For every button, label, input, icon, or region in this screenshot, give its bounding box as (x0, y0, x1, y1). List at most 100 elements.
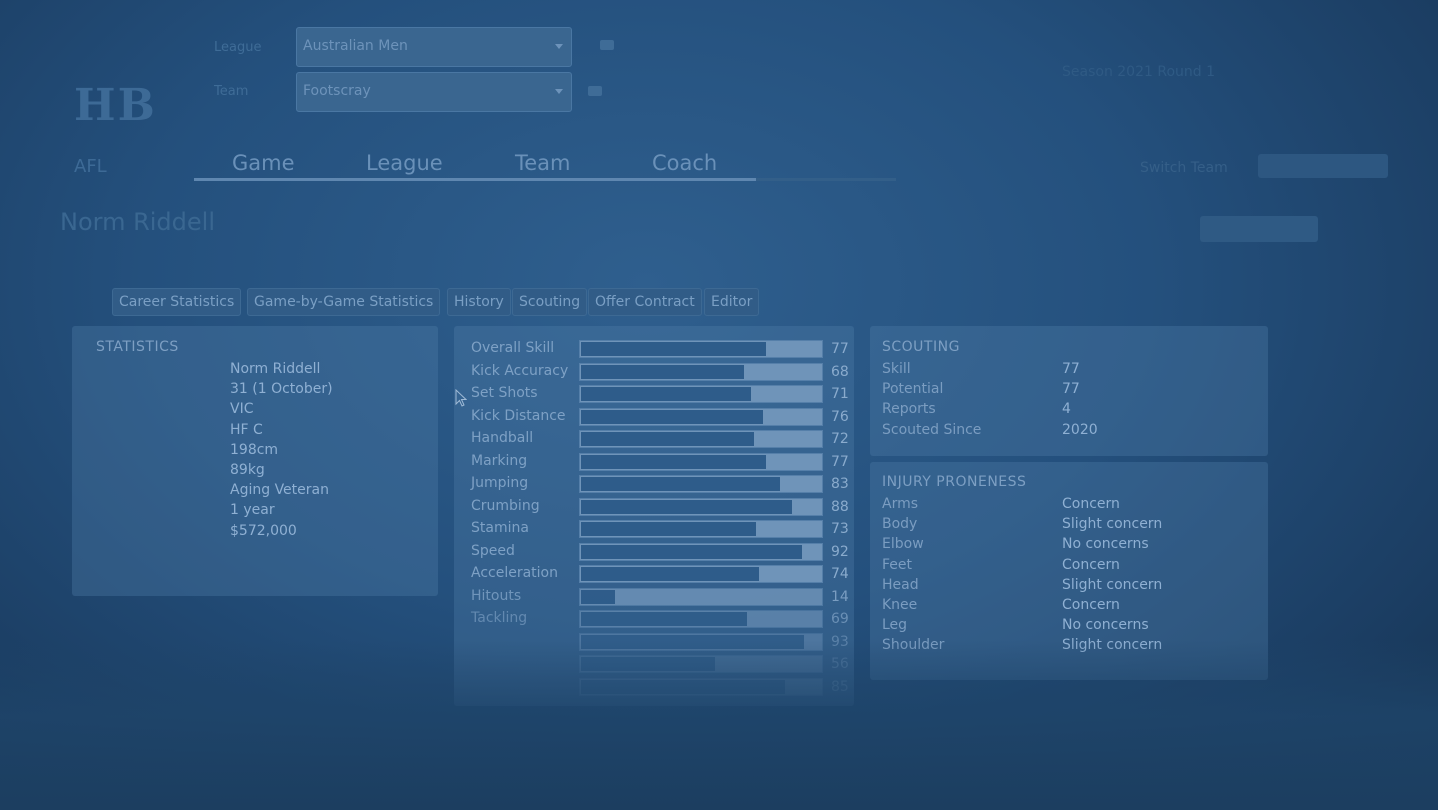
stat-value: 1 year (230, 502, 275, 519)
rating-bar-fill (581, 612, 747, 626)
stat-value: HF C (230, 421, 263, 438)
rating-bar-fill (581, 342, 766, 356)
mail-icon[interactable] (588, 86, 602, 96)
rating-value: 88 (831, 498, 849, 515)
logo-subtitle: AFL (74, 156, 107, 177)
rating-bar-fill (581, 589, 615, 604)
stat-value: VIC (230, 401, 254, 418)
scouting-key: Skill (882, 361, 911, 377)
stat-value: Aging Veteran (230, 482, 329, 499)
injury-key: Leg (882, 617, 908, 634)
rating-value: 77 (831, 341, 849, 357)
switch-team-link[interactable]: Switch Team (1140, 160, 1228, 176)
stat-value: 89kg (230, 462, 265, 479)
tab-career-statistics[interactable]: Career Statistics (112, 288, 242, 316)
rating-bar-fill (581, 679, 785, 694)
rating-row: Crumbing 88 (471, 497, 851, 517)
rating-row: Marking 77 (471, 452, 851, 472)
rating-value: 92 (831, 543, 849, 560)
rating-bar (579, 677, 823, 696)
team-select[interactable]: Footscray (296, 72, 572, 112)
rating-bar (579, 542, 823, 561)
tab-offer-contract[interactable]: Offer Contract (588, 288, 702, 316)
nav-game[interactable]: Game (232, 151, 295, 175)
rating-bar (579, 655, 823, 673)
rating-bar (579, 452, 823, 471)
injury-title: INJURY PRONENESS (882, 474, 1027, 490)
rating-bar-fill (581, 477, 780, 491)
rating-bar (579, 385, 823, 403)
rating-value: 69 (831, 611, 849, 627)
rating-bar (579, 430, 823, 448)
injury-key: Body (882, 516, 918, 533)
rating-row: Handball 72 (471, 429, 851, 449)
rating-label: Stamina (471, 520, 529, 536)
tab-editor[interactable]: Editor (704, 288, 760, 316)
player-name-heading: Norm Riddell (60, 208, 216, 236)
rating-label: Kick Accuracy (471, 362, 569, 379)
injury-values: Concern Slight concern No concerns Conce… (1062, 494, 1162, 656)
rating-label: Overall Skill (471, 340, 555, 356)
rating-bar (579, 362, 823, 381)
rating-row: 93 (471, 632, 851, 652)
rating-value: 71 (831, 386, 849, 402)
player-action-button[interactable] (1200, 216, 1318, 242)
rating-label: Acceleration (471, 565, 558, 581)
rating-bar (579, 565, 823, 583)
injury-value: Concern (1062, 556, 1120, 573)
injury-value: Slight concern (1062, 516, 1163, 533)
nav-action-button[interactable] (1258, 154, 1388, 178)
league-select[interactable]: Australian Men (296, 27, 572, 67)
rating-value: 74 (831, 566, 849, 582)
season-status: Season 2021 Round 1 (1062, 64, 1215, 80)
tab-history[interactable]: History (447, 288, 511, 316)
rating-row: Acceleration 74 (471, 564, 851, 584)
injury-value: Slight concern (1062, 576, 1163, 593)
rating-row: Hitouts 14 (471, 587, 851, 607)
nav-underline-extension (756, 178, 896, 181)
rating-row: Kick Distance 76 (471, 407, 851, 427)
rating-value: 76 (831, 408, 849, 425)
statistics-values: Norm Riddell 31 (1 October) VIC HF C 198… (230, 359, 333, 541)
scouting-value: 77 (1062, 361, 1080, 377)
injury-value: Concern (1062, 597, 1120, 614)
team-select-value: Footscray (303, 83, 371, 99)
injury-value: No concerns (1062, 536, 1149, 553)
nav-league[interactable]: League (366, 151, 443, 175)
rating-value: 56 (831, 656, 849, 672)
chevron-down-icon (555, 44, 563, 49)
rating-label: Hitouts (471, 587, 522, 604)
nav-coach[interactable]: Coach (652, 151, 717, 175)
rating-row: 85 (471, 677, 851, 697)
rating-row: Stamina 73 (471, 519, 851, 539)
rating-label: Marking (471, 452, 528, 469)
injury-key: Elbow (882, 536, 924, 553)
injury-value: Concern (1062, 496, 1120, 512)
nav-team[interactable]: Team (515, 151, 571, 175)
rating-bar (579, 520, 823, 538)
rating-bar-fill (581, 634, 804, 649)
tab-game-by-game[interactable]: Game-by-Game Statistics (247, 288, 441, 316)
tab-scouting[interactable]: Scouting (512, 288, 588, 316)
rating-bar (579, 632, 823, 651)
rating-row: 56 (471, 654, 851, 674)
rating-bar (579, 475, 823, 493)
mouse-cursor-icon (455, 389, 467, 407)
scouting-value: 77 (1062, 381, 1080, 398)
injury-key: Knee (882, 597, 918, 614)
injury-value: No concerns (1062, 617, 1149, 634)
plus-icon[interactable] (600, 40, 614, 50)
rating-label: Tackling (471, 610, 528, 626)
stat-value: $572,000 (230, 522, 297, 539)
team-select-label: Team (214, 84, 249, 99)
scouting-value: 4 (1062, 401, 1071, 418)
injury-value: Slight concern (1062, 637, 1163, 654)
stat-value: Norm Riddell (230, 361, 321, 377)
rating-value: 72 (831, 431, 849, 447)
rating-bar-fill (581, 544, 802, 559)
rating-value: 85 (831, 678, 849, 695)
injury-keys: Arms Body Elbow Feet Head Knee Leg Shoul… (882, 494, 944, 656)
rating-bar-fill (581, 364, 744, 379)
rating-label: Speed (471, 542, 515, 559)
rating-bar-fill (581, 409, 763, 424)
